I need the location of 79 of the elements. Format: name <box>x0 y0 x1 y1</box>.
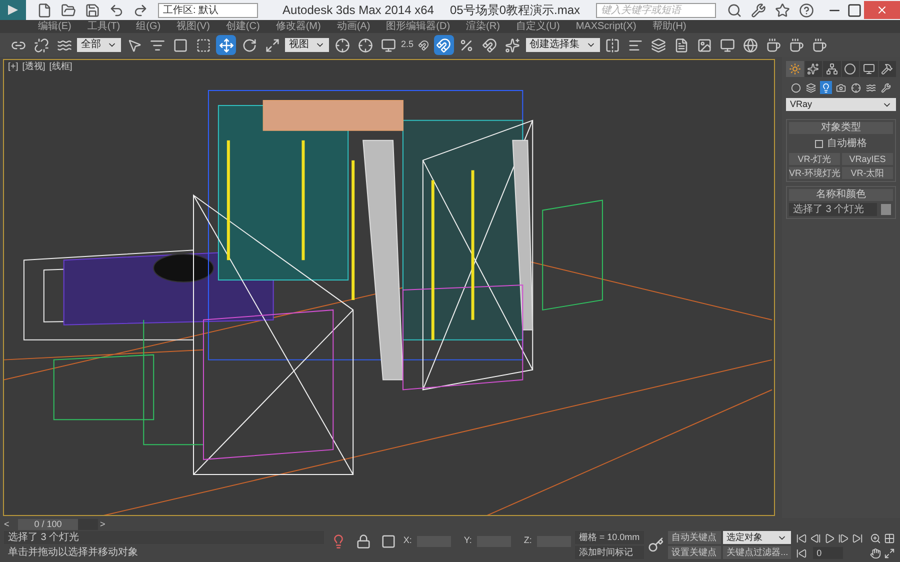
snap-magnet-icon[interactable] <box>416 38 431 52</box>
light-icon <box>821 82 831 92</box>
panel-tab[interactable] <box>842 61 859 77</box>
zoom-all-icon[interactable] <box>882 531 897 545</box>
category-button[interactable] <box>805 81 817 94</box>
viewport-label[interactable]: [透视] <box>22 60 46 74</box>
timeline-prev[interactable]: < <box>4 518 16 532</box>
z-label: Z: <box>524 534 532 548</box>
timeline-next[interactable]: > <box>100 518 106 532</box>
name-field[interactable]: 选择了 3 个灯光 <box>789 203 877 216</box>
wave-icon <box>866 82 876 92</box>
camera-icon <box>836 82 846 92</box>
grid-size: 栅格 = 10.0mm <box>574 531 644 544</box>
object-color-swatch[interactable] <box>881 204 891 215</box>
sphere-icon <box>791 82 801 92</box>
set-key-button[interactable]: 设置关键点 <box>668 546 721 559</box>
key-mode-dropdown[interactable]: 选定对象 <box>722 531 791 544</box>
search-field[interactable]: 键入关键字或短语 <box>596 2 716 18</box>
category-button[interactable] <box>850 81 862 94</box>
zoom-icon[interactable] <box>868 531 883 545</box>
selection-status: 选择了 3 个灯光 <box>4 531 324 544</box>
light-type-button[interactable]: VR-灯光 <box>789 153 840 165</box>
close-icon <box>876 4 888 16</box>
workspace-dropdown[interactable]: 工作区: 默认 <box>158 2 258 18</box>
y-label: Y: <box>464 534 472 548</box>
rollout-title[interactable]: 名称和颜色 <box>789 189 893 201</box>
viewport-label[interactable]: [+] <box>8 60 18 74</box>
prompt-text: 单击并拖动以选择并移动对象 <box>7 546 139 559</box>
auto-grid-checkbox[interactable] <box>815 140 823 148</box>
category-button[interactable] <box>880 81 892 94</box>
display-icon <box>862 63 875 75</box>
category-button[interactable] <box>820 81 832 94</box>
menu-item[interactable]: MAXScript(X) <box>576 20 636 32</box>
light-type-button[interactable]: VRayIES <box>842 153 893 165</box>
light-type-button[interactable]: VR-环境灯光 <box>789 167 840 179</box>
menu-item[interactable]: 编辑(E) <box>38 20 72 32</box>
pan-icon[interactable] <box>868 546 883 560</box>
shapes-icon <box>806 82 816 92</box>
hierarchy-icon <box>826 63 838 75</box>
window-title: Autodesk 3ds Max 2014 x64 <box>282 2 434 19</box>
snap-value[interactable]: 2.5 <box>401 38 414 52</box>
frame-field[interactable]: 0 <box>812 547 843 559</box>
viewport-label[interactable]: [线框] <box>49 60 72 74</box>
add-time-tag-button[interactable]: 添加时间标记 <box>574 546 644 559</box>
rollout-title[interactable]: 对象类型 <box>789 122 893 134</box>
hammer-icon <box>881 63 894 75</box>
key-filters-button[interactable]: 关键点过滤器... <box>722 546 791 559</box>
menu-item[interactable]: 修改器(M) <box>276 20 321 32</box>
panel-tab[interactable] <box>823 61 840 77</box>
menu-item[interactable]: 组(G) <box>136 20 161 32</box>
auto-grid-label: 自动栅格 <box>827 136 867 151</box>
category-button[interactable] <box>790 81 802 94</box>
renderer-dropdown[interactable]: VRay <box>786 98 896 111</box>
panel-tab[interactable] <box>860 61 878 77</box>
menu-item[interactable]: 自定义(U) <box>516 20 560 32</box>
light-type-button[interactable]: VR-太阳 <box>842 167 893 179</box>
panel-tab[interactable] <box>878 61 896 77</box>
move-icon[interactable] <box>216 35 236 55</box>
file-name: 05号场景0教程演示.max <box>450 2 580 19</box>
menu-item[interactable]: 视图(V) <box>176 20 210 32</box>
time-slider-track[interactable]: 0 / 100 <box>18 519 98 530</box>
menu-item[interactable]: 渲染(R) <box>466 20 500 32</box>
time-slider-thumb[interactable]: 0 / 100 <box>18 519 78 530</box>
panel-tab[interactable] <box>786 61 804 77</box>
selection-filter-dropdown[interactable]: 全部 <box>77 38 121 52</box>
angle-snap-icon[interactable] <box>434 35 454 55</box>
menu-item[interactable]: 图形编辑器(D) <box>386 20 450 32</box>
menu-item[interactable]: 创建(C) <box>226 20 260 32</box>
menu-item[interactable]: 帮助(H) <box>652 20 686 32</box>
maximize-viewport-icon[interactable] <box>882 546 897 560</box>
coordinate-dropdown[interactable]: 视图 <box>285 38 329 52</box>
panel-tab[interactable] <box>804 61 822 77</box>
menu-item[interactable]: 动画(A) <box>336 20 370 32</box>
sun-icon <box>788 63 801 75</box>
viewport[interactable]: [+] [透视] [线框] <box>3 59 775 516</box>
named-selection-dropdown[interactable]: 创建选择集 <box>526 38 600 52</box>
x-label: X: <box>403 534 412 548</box>
menu-item[interactable]: 工具(T) <box>87 20 120 32</box>
auto-key-button[interactable]: 自动关键点 <box>668 531 721 544</box>
